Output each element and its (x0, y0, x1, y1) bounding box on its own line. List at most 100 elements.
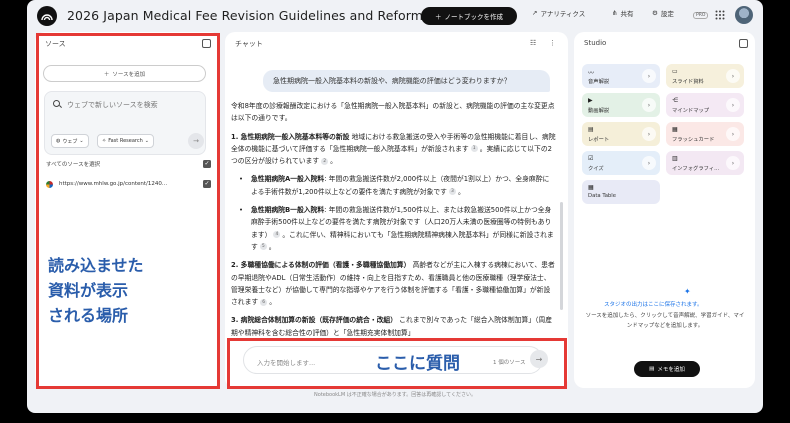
gear-icon: ⚙ (652, 9, 658, 17)
studio-tile-label: インフォグラフィ... (672, 166, 720, 172)
chat-panel-title: チャット (235, 40, 263, 48)
video-icon: ▶ (588, 97, 593, 104)
response-section-3: 3. 病院総合体制加算の新設（既存評価の統合・改組） これまで別々であった「総合… (231, 314, 556, 339)
source-item-url[interactable]: https://www.mhlw.go.jp/content/1240... (59, 181, 167, 187)
globe-icon: ◍ (56, 138, 61, 144)
assistant-response: 令和8年度の診療報酬改定における「急性期病院一般入院基本料」の新設と、病院機能の… (231, 100, 556, 345)
studio-tile-audio[interactable]: 〰音声解説 › (582, 64, 660, 88)
report-icon: ▤ (588, 126, 594, 133)
studio-tile-video[interactable]: ▶ 動画解説 › (582, 93, 660, 117)
table-icon: ▦ (588, 184, 594, 191)
studio-empty-description: ソースを追加したら、クリックして音声解説、学習ガイド、マインドマップなどを追加し… (585, 313, 745, 329)
studio-tile-mindmap[interactable]: ⋲ マインドマップ › (666, 93, 744, 117)
source-count: 1 個のソース (493, 360, 526, 366)
chevron-right-icon[interactable]: › (642, 156, 656, 170)
analytics-button[interactable]: ↗ アナリティクス (532, 8, 585, 18)
sources-panel-title: ソース (45, 40, 66, 48)
website-favicon-icon (46, 181, 53, 188)
bullet-heading: 急性期病院B一般入院料 (251, 206, 325, 215)
send-button[interactable]: → (530, 350, 548, 368)
chevron-right-icon[interactable]: › (726, 156, 740, 170)
research-mode-dropdown[interactable]: ✧ Fast Research ⌄ (97, 134, 154, 148)
collapse-panel-icon[interactable] (202, 39, 211, 48)
analytics-label: アナリティクス (540, 10, 586, 18)
response-bullet-a: 急性期病院A一般入院料: 年間の救急搬送件数が2,000件以上（夜間が1割以上）… (231, 173, 556, 198)
annotation-sources-area: 読み込ませた 資料が表示 される場所 (48, 253, 144, 328)
share-button[interactable]: ⋔ 共有 (612, 8, 633, 18)
chat-panel: チャット ☷ ⋮ 急性期病院一般入院基本料の新設や、病院機能の評価はどう変わりま… (225, 32, 568, 388)
chat-input-placeholder[interactable]: 入力を開始します... (257, 357, 315, 367)
studio-tile-quiz[interactable]: ☑ クイズ › (582, 151, 660, 175)
studio-tile-report[interactable]: ▤ レポート › (582, 122, 660, 146)
studio-tile-flashcard[interactable]: ▦ フラッシュカード › (666, 122, 744, 146)
source-item-checkbox[interactable]: ✓ (203, 180, 211, 188)
infographic-icon: ▥ (672, 155, 678, 162)
tune-icon[interactable]: ☷ (530, 39, 536, 47)
annotation-ask-here: ここに質問 (375, 354, 460, 374)
annotation-line: される場所 (48, 306, 129, 325)
slides-icon: ▭ (672, 68, 678, 75)
notebooklm-app: 2026 Japan Medical Fee Revision Guidelin… (27, 0, 763, 413)
create-notebook-button[interactable]: ＋ ノートブックを作成 (421, 7, 517, 25)
studio-tile-label: マインドマップ (672, 108, 710, 114)
arrow-right-icon: → (535, 354, 543, 364)
chevron-right-icon[interactable]: › (642, 98, 656, 112)
studio-tile-label: レポート (588, 137, 610, 143)
web-search-input[interactable] (51, 98, 201, 112)
more-vert-icon[interactable]: ⋮ (549, 39, 556, 47)
settings-button[interactable]: ⚙ 設定 (652, 8, 674, 18)
select-all-label: すべてのソースを選択 (46, 162, 101, 168)
sources-panel: ソース ＋ ソースを追加 ◍ ウェブ ⌄ ✧ Fast Research ⌄ →… (35, 32, 220, 388)
studio-tile-table[interactable]: ▦ Data Table (582, 180, 660, 204)
citation-chip[interactable]: 5 (259, 243, 267, 251)
chevron-right-icon[interactable]: › (642, 69, 656, 83)
citation-chip[interactable]: 3 (448, 188, 456, 196)
user-question-bubble: 急性期病院一般入院基本料の新設や、病院機能の評価はどう変わりますか？ (263, 70, 550, 92)
flashcard-icon: ▦ (672, 126, 678, 133)
chevron-right-icon[interactable]: › (642, 127, 656, 141)
add-memo-button[interactable]: ▤ メモを追加 (634, 361, 700, 377)
apps-grid-icon[interactable] (715, 10, 725, 20)
web-search-box: ◍ ウェブ ⌄ ✧ Fast Research ⌄ → (44, 91, 206, 155)
settings-label: 設定 (660, 10, 674, 18)
select-all-checkbox[interactable]: ✓ (203, 160, 211, 168)
annotation-line: 読み込ませた (48, 256, 144, 275)
studio-tile-label: スライド資料 (672, 79, 704, 85)
share-icon: ⋔ (612, 9, 618, 17)
citation-chip[interactable]: 4 (273, 231, 281, 239)
add-source-button[interactable]: ＋ ソースを追加 (43, 65, 206, 82)
chat-scrollbar[interactable] (560, 202, 563, 310)
web-chip-label: ウェブ (62, 138, 78, 145)
citation-chip[interactable]: 1 (470, 145, 478, 153)
bullet-heading: 急性期病院A一般入院料 (251, 175, 325, 184)
chevron-right-icon[interactable]: › (726, 127, 740, 141)
citation-chip[interactable]: 2 (321, 157, 329, 165)
bullet-text: 。これに伴い、精神科においても「急性期病院精神病棟入院基本料」が同様に新設されま… (251, 230, 554, 251)
citation-chip[interactable]: 6 (260, 298, 268, 306)
arrow-right-icon: → (193, 137, 199, 145)
plus-icon: ＋ (435, 13, 442, 21)
notebooklm-logo-icon[interactable] (37, 6, 57, 26)
chevron-right-icon[interactable]: › (726, 69, 740, 83)
web-source-dropdown[interactable]: ◍ ウェブ ⌄ (51, 134, 89, 148)
collapse-panel-icon[interactable] (739, 39, 748, 48)
header: 2026 Japan Medical Fee Revision Guidelin… (27, 0, 763, 32)
avatar[interactable] (735, 6, 753, 24)
mindmap-icon: ⋲ (672, 97, 678, 104)
studio-tile-infographic[interactable]: ▥ インフォグラフィ... › (666, 151, 744, 175)
plus-icon: ＋ (103, 71, 110, 78)
search-submit-button[interactable]: → (188, 133, 204, 149)
studio-panel: Studio 〰音声解説 › ▭ スライド資料 › ▶ 動画解説 › ⋲ マインドマップ › ▤ レポー… (574, 32, 755, 388)
research-chip-label: Fast Research (108, 138, 143, 144)
studio-empty-title: スタジオの出力はここに保存されます。 (604, 302, 703, 308)
chevron-right-icon[interactable]: › (726, 98, 740, 112)
chevron-down-icon: ⌄ (144, 138, 149, 144)
studio-tile-slides[interactable]: ▭ スライド資料 › (666, 64, 744, 88)
studio-tile-label: 動画解説 (588, 108, 610, 114)
note-icon: ▤ (649, 366, 655, 372)
studio-panel-title: Studio (584, 39, 607, 47)
response-section-1: 1. 急性期病院一般入院基本料等の新設 地域における救急搬送の受入や手術等の急性… (231, 132, 556, 166)
pro-badge: PRO (693, 12, 709, 19)
studio-tile-label: クイズ (588, 166, 604, 172)
add-source-label: ソースを追加 (112, 71, 146, 78)
